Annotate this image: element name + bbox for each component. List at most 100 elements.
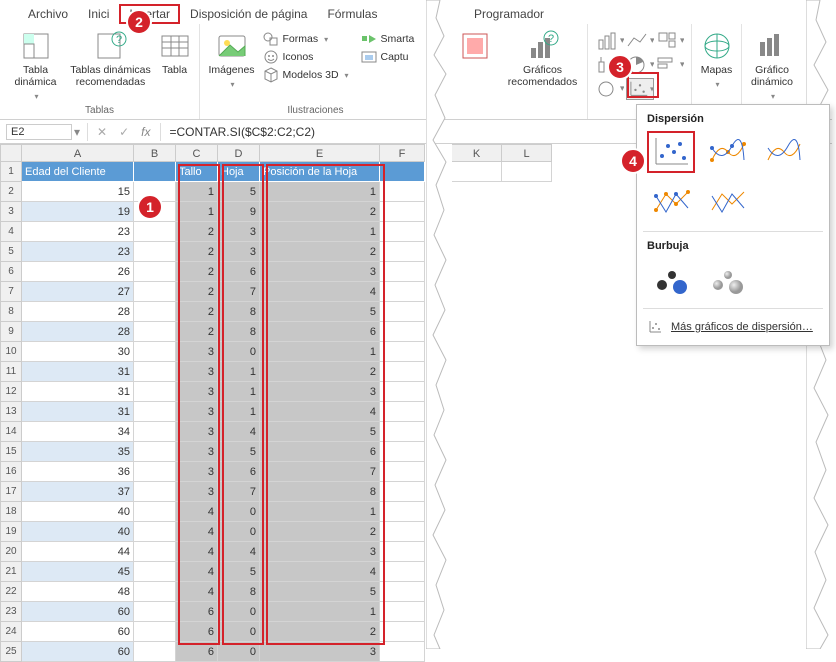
cell[interactable]: 6 [218, 462, 260, 482]
namebox-dropdown[interactable]: ▾ [74, 125, 84, 139]
cell[interactable]: 4 [176, 582, 218, 602]
row-header[interactable]: 14 [0, 422, 22, 442]
col-header[interactable]: D [218, 144, 260, 162]
cell[interactable]: 28 [22, 302, 134, 322]
cell[interactable] [134, 362, 176, 382]
row-header[interactable]: 5 [0, 242, 22, 262]
cell[interactable]: 2 [176, 262, 218, 282]
formula-input[interactable]: =CONTAR.SI($C$2:C2;C2) [164, 125, 453, 139]
cell[interactable] [380, 482, 425, 502]
cell[interactable] [380, 302, 425, 322]
cell[interactable] [380, 162, 425, 182]
cell[interactable]: Posición de la Hoja [260, 162, 380, 182]
row-header[interactable]: 19 [0, 522, 22, 542]
cell[interactable]: 3 [176, 342, 218, 362]
cell[interactable]: 2 [260, 242, 380, 262]
cell[interactable]: 2 [176, 242, 218, 262]
cell[interactable] [134, 582, 176, 602]
chart-hier-icon[interactable]: ▾ [656, 30, 684, 52]
cell[interactable]: 6 [218, 262, 260, 282]
cell[interactable] [380, 622, 425, 642]
btn-addins[interactable] [457, 30, 493, 62]
cell[interactable]: 19 [22, 202, 134, 222]
row-header[interactable]: 1 [0, 162, 22, 182]
btn-tablas-recomendadas[interactable]: ? Tablas dinámicas recomendadas [67, 30, 155, 88]
cell[interactable]: 6 [260, 442, 380, 462]
col-header[interactable]: L [502, 144, 552, 162]
cell[interactable] [380, 262, 425, 282]
cell[interactable]: 4 [176, 502, 218, 522]
tab-formulas[interactable]: Fórmulas [317, 4, 387, 24]
cell[interactable]: 1 [260, 222, 380, 242]
cell[interactable]: 60 [22, 622, 134, 642]
cell[interactable]: 0 [218, 602, 260, 622]
btn-modelos-3d[interactable]: Modelos 3D [261, 67, 351, 83]
cell[interactable] [380, 282, 425, 302]
cell[interactable]: 0 [218, 502, 260, 522]
cell[interactable] [380, 182, 425, 202]
cell[interactable]: 34 [22, 422, 134, 442]
col-header[interactable]: B [134, 144, 176, 162]
chart-scatter-plain[interactable] [647, 131, 695, 173]
cell[interactable]: Tallo [176, 162, 218, 182]
chart-combo-icon[interactable]: ▾ [596, 78, 624, 100]
tab-inicio[interactable]: Inici [78, 4, 119, 24]
cell[interactable]: 3 [176, 442, 218, 462]
cell[interactable] [134, 342, 176, 362]
cell[interactable]: 1 [260, 602, 380, 622]
cell[interactable] [134, 442, 176, 462]
cell[interactable]: 31 [22, 362, 134, 382]
cell[interactable] [380, 442, 425, 462]
cell[interactable] [380, 362, 425, 382]
btn-tabla[interactable]: Tabla [155, 30, 195, 76]
cell[interactable] [380, 402, 425, 422]
cell[interactable]: 2 [260, 362, 380, 382]
fx-button[interactable]: fx [135, 125, 156, 139]
chart-column-icon[interactable]: ▾ [596, 30, 624, 52]
cell[interactable]: 3 [176, 422, 218, 442]
select-all-corner[interactable] [0, 144, 22, 162]
cell[interactable]: 0 [218, 622, 260, 642]
cell[interactable]: 48 [22, 582, 134, 602]
cell[interactable] [380, 502, 425, 522]
cell[interactable]: 1 [260, 342, 380, 362]
chart-scatter-lines-markers[interactable] [647, 181, 695, 223]
chart-scatter-smooth-markers[interactable] [703, 131, 751, 173]
row-header[interactable]: 4 [0, 222, 22, 242]
row-header[interactable]: 12 [0, 382, 22, 402]
cell[interactable]: 2 [176, 222, 218, 242]
cell[interactable]: 2 [260, 202, 380, 222]
row-header[interactable]: 13 [0, 402, 22, 422]
cell[interactable]: 6 [176, 642, 218, 662]
cell[interactable] [134, 462, 176, 482]
col-header[interactable]: K [452, 144, 502, 162]
row-header[interactable]: 2 [0, 182, 22, 202]
cell[interactable]: 36 [22, 462, 134, 482]
cell[interactable] [134, 282, 176, 302]
cell[interactable]: 1 [218, 382, 260, 402]
cell[interactable]: 4 [260, 282, 380, 302]
cell[interactable]: 3 [260, 382, 380, 402]
cell[interactable]: 1 [218, 402, 260, 422]
cell[interactable]: 9 [218, 202, 260, 222]
cell[interactable]: 31 [22, 382, 134, 402]
cell[interactable]: 7 [260, 462, 380, 482]
cell[interactable] [134, 602, 176, 622]
cell[interactable]: 3 [176, 362, 218, 382]
cell[interactable] [134, 542, 176, 562]
cancel-formula-icon[interactable]: ✕ [91, 125, 113, 139]
cell[interactable] [380, 382, 425, 402]
row-header[interactable]: 9 [0, 322, 22, 342]
row-header[interactable]: 7 [0, 282, 22, 302]
cell[interactable]: 7 [218, 482, 260, 502]
row-header[interactable]: 25 [0, 642, 22, 662]
cell[interactable]: 3 [176, 382, 218, 402]
chart-scatter-button[interactable]: ▾ [626, 78, 654, 100]
cell[interactable]: 40 [22, 502, 134, 522]
cell[interactable]: 23 [22, 242, 134, 262]
cell[interactable] [380, 602, 425, 622]
cell[interactable]: 15 [22, 182, 134, 202]
cell[interactable] [134, 622, 176, 642]
col-header[interactable]: E [260, 144, 380, 162]
btn-smartart[interactable]: Smarta [359, 31, 417, 47]
